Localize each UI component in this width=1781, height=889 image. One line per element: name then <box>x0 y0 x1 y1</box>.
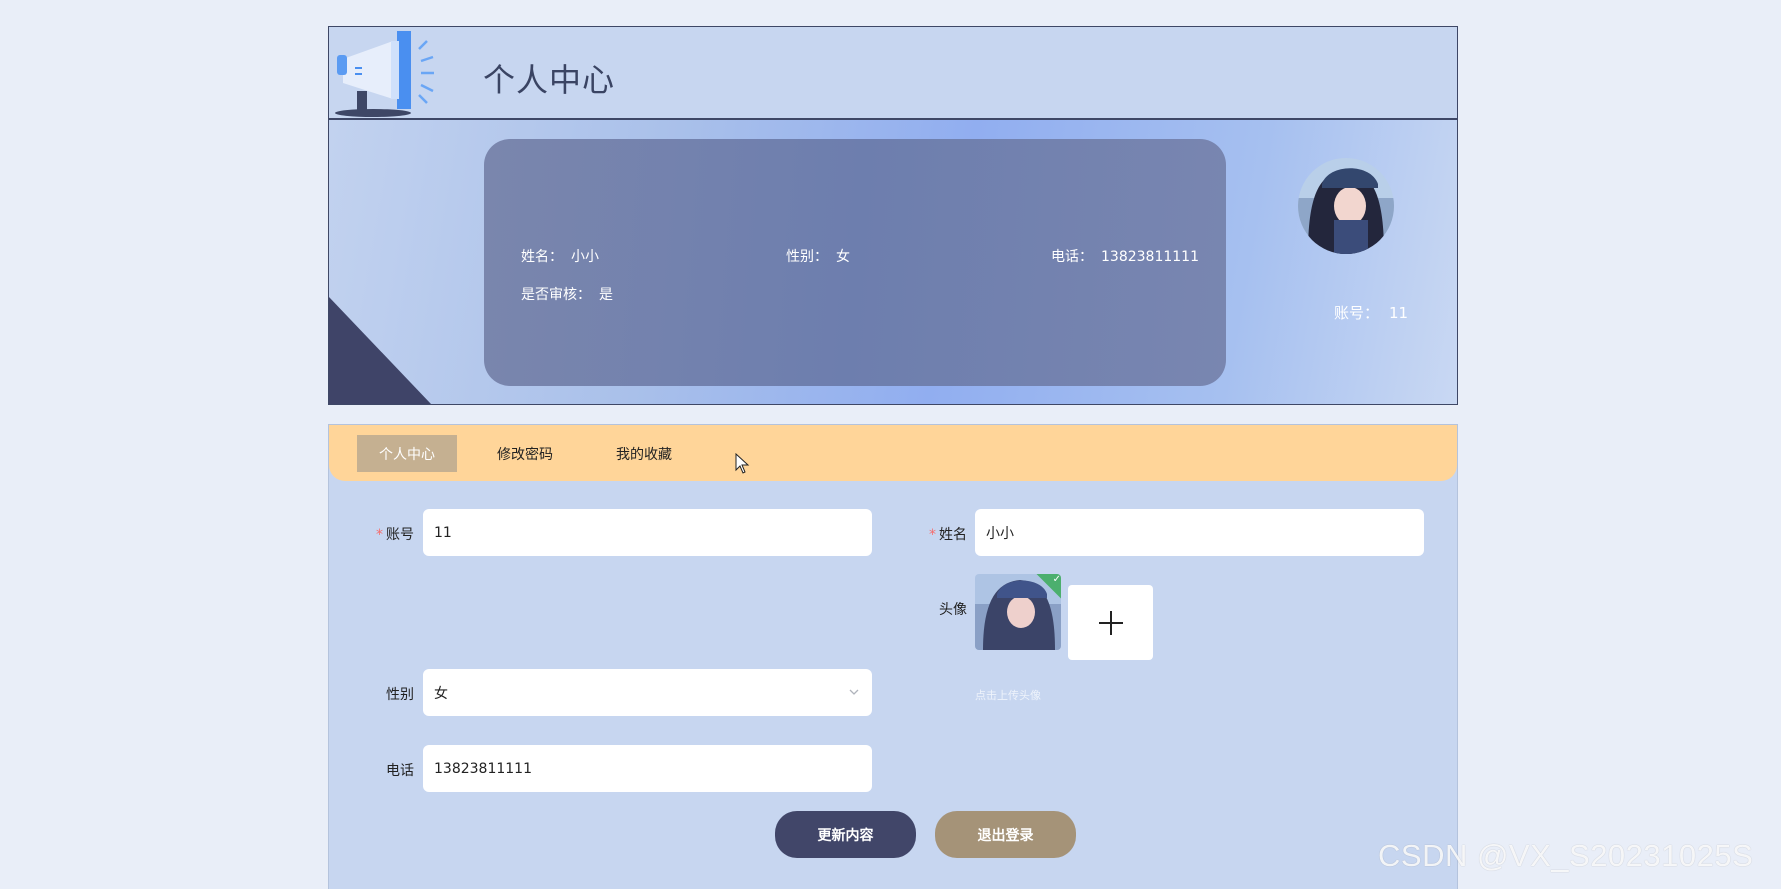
mouse-cursor-icon <box>735 453 750 474</box>
info-review-status: 是否审核：是 <box>521 287 613 303</box>
phone-input[interactable]: 13823811111 <box>423 745 872 792</box>
account-display: 账号： 11 <box>1334 304 1409 322</box>
page-header: 个人中心 <box>328 26 1458 120</box>
account-label: * 账号 <box>376 527 414 543</box>
upload-tip-text: 点击上传头像 <box>975 689 1041 702</box>
corner-decoration <box>329 297 431 404</box>
avatar-label: 头像 <box>939 602 967 618</box>
watermark: CSDN @VX_S20231025S <box>1378 838 1754 873</box>
info-name: 姓名： 小小 <box>521 249 599 265</box>
profile-info-card: 姓名： 小小 性别：女 电话： 13823811111 是否审核：是 <box>484 139 1226 386</box>
upload-add-button[interactable] <box>1068 585 1153 660</box>
page-title: 个人中心 <box>483 61 616 99</box>
tab-my-favorites[interactable]: 我的收藏 <box>594 435 694 472</box>
update-button[interactable]: 更新内容 <box>775 811 916 858</box>
tab-bar: 个人中心 修改密码 我的收藏 <box>329 425 1457 481</box>
logout-button[interactable]: 退出登录 <box>935 811 1076 858</box>
name-input[interactable]: 小小 <box>975 509 1424 556</box>
gender-select[interactable]: 女 <box>423 669 872 716</box>
uploaded-avatar-thumbnail[interactable]: ✓ <box>975 574 1061 650</box>
profile-banner: 姓名： 小小 性别：女 电话： 13823811111 是否审核：是 账号： 11 <box>328 120 1458 405</box>
name-label: * 姓名 <box>929 527 967 543</box>
phone-label: 电话 <box>386 763 414 779</box>
tab-profile[interactable]: 个人中心 <box>357 435 457 472</box>
gender-select-value: 女 <box>434 685 448 702</box>
avatar-photo <box>1298 158 1394 254</box>
avatar <box>1298 158 1394 254</box>
info-phone: 电话： 13823811111 <box>1051 249 1199 265</box>
plus-icon <box>1098 610 1123 635</box>
info-gender: 性别：女 <box>786 249 850 265</box>
tab-change-password[interactable]: 修改密码 <box>475 435 575 472</box>
chevron-down-icon <box>849 689 859 695</box>
megaphone-icon <box>335 31 434 117</box>
account-input[interactable]: 11 <box>423 509 872 556</box>
gender-label: 性别 <box>386 687 414 703</box>
